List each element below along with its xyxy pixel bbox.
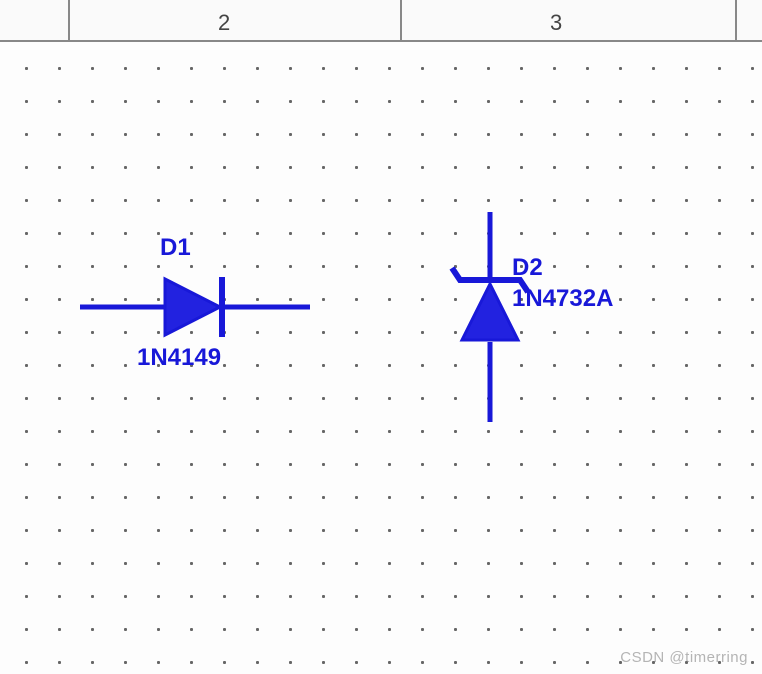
ruler-label-3: 3 [550, 10, 562, 36]
diode-triangle-icon [165, 279, 220, 335]
zener-triangle-icon [462, 284, 518, 340]
ruler-tick [735, 0, 737, 42]
ruler-tick [68, 0, 70, 42]
dot-grid [0, 42, 762, 674]
component-ref-d2[interactable]: D2 [512, 254, 543, 282]
ruler-tick [400, 0, 402, 42]
component-value-d2[interactable]: 1N4732A [512, 285, 613, 313]
schematic-canvas[interactable]: D1 1N4149 D2 1N4732A [0, 42, 762, 674]
component-value-d1[interactable]: 1N4149 [137, 344, 221, 372]
diode-symbol-d1[interactable] [80, 267, 310, 347]
zener-symbol-d2[interactable] [430, 212, 550, 422]
watermark-text: CSDN @timerring [620, 649, 748, 666]
ruler-bar: 2 3 [0, 0, 762, 42]
component-ref-d1[interactable]: D1 [160, 234, 191, 262]
ruler-label-2: 2 [218, 10, 230, 36]
